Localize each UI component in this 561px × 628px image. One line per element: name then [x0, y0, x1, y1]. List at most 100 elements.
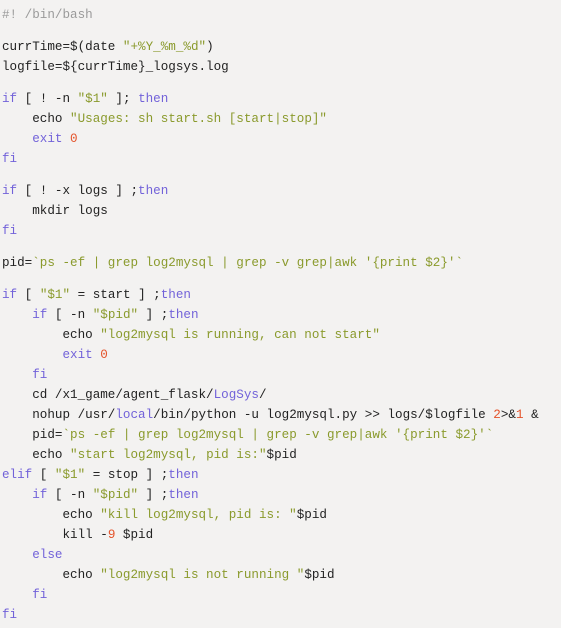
keyword-token: if	[2, 288, 18, 302]
code-text: [	[17, 288, 40, 302]
code-text: nohup /usr/	[2, 408, 116, 422]
code-text: echo	[2, 568, 101, 582]
code-line: mkdir logs	[2, 201, 561, 221]
code-text: [ ! -n	[17, 92, 78, 106]
code-paragraph: pid=`ps -ef | grep log2mysql | grep -v g…	[2, 253, 561, 273]
code-line: if [ -n "$pid" ] ;then	[2, 305, 561, 325]
code-text: currTime=$(date	[2, 40, 123, 54]
keyword-token: LogSys	[213, 388, 259, 402]
keyword-token: then	[138, 184, 169, 198]
code-line: if [ ! -x logs ] ;then	[2, 181, 561, 201]
number-token: 2	[493, 408, 501, 422]
code-text: [ -n	[47, 308, 93, 322]
code-text: /	[258, 388, 267, 402]
keyword-token: fi	[2, 224, 18, 238]
code-text: pid=	[2, 256, 33, 270]
number-token: 1	[515, 408, 524, 422]
code-line: echo "kill log2mysql, pid is: "$pid	[2, 505, 561, 525]
code-text: echo	[2, 328, 101, 342]
code-line: exit 0	[2, 129, 561, 149]
code-line: fi	[2, 605, 561, 625]
code-text: pid=	[2, 428, 63, 442]
keyword-token: fi	[2, 608, 18, 622]
code-line: pid=`ps -ef | grep log2mysql | grep -v g…	[2, 425, 561, 445]
code-line: currTime=$(date "+%Y_%m_%d")	[2, 37, 561, 57]
code-paragraph: if [ ! -x logs ] ;then mkdir logs fi	[2, 181, 561, 241]
keyword-token: then	[168, 488, 199, 502]
string-token: "log2mysql is running, can not start"	[100, 328, 380, 342]
code-line: #! /bin/bash	[2, 5, 561, 25]
code-line: if [ -n "$pid" ] ;then	[2, 485, 561, 505]
code-text: [ ! -x logs ] ;	[17, 184, 139, 198]
code-line: echo "start log2mysql, pid is:"$pid	[2, 445, 561, 465]
code-text: $pid	[296, 508, 327, 522]
code-text: ] ;	[138, 488, 169, 502]
keyword-token: local	[115, 408, 154, 422]
comment-token: #! /bin/bash	[2, 8, 93, 22]
code-line: cd /x1_game/agent_flask/LogSys/	[2, 385, 561, 405]
code-line: pid=`ps -ef | grep log2mysql | grep -v g…	[2, 253, 561, 273]
keyword-token: if	[32, 488, 48, 502]
code-line: nohup /usr/local/bin/python -u log2mysql…	[2, 405, 561, 425]
string-token: "$pid"	[92, 308, 139, 322]
code-text: &	[523, 408, 539, 422]
code-paragraph: if [ ! -n "$1" ]; then echo "Usages: sh …	[2, 89, 561, 169]
code-text: logfile=${currTime}_logsys.log	[2, 60, 229, 74]
code-line: elif [ "$1" = stop ] ;then	[2, 465, 561, 485]
string-token: "$pid"	[92, 488, 139, 502]
string-token: "$1"	[39, 288, 71, 302]
code-block: #! /bin/bash currTime=$(date "+%Y_%m_%d")…	[0, 0, 561, 625]
code-text: cd /x1_game/agent_flask/	[2, 388, 214, 402]
code-line: exit 0	[2, 345, 561, 365]
code-text: ] ;	[138, 308, 169, 322]
keyword-token: fi	[32, 368, 48, 382]
code-line: fi	[2, 585, 561, 605]
code-line: logfile=${currTime}_logsys.log	[2, 57, 561, 77]
code-text: )	[206, 40, 214, 54]
code-line: echo "log2mysql is running, can not star…	[2, 325, 561, 345]
number-token: 0	[70, 132, 78, 146]
string-token: "start log2mysql, pid is:"	[70, 448, 267, 462]
code-line: kill -9 $pid	[2, 525, 561, 545]
code-line: if [ "$1" = start ] ;then	[2, 285, 561, 305]
string-token: "+%Y_%m_%d"	[122, 40, 207, 54]
code-text: $pid	[304, 568, 335, 582]
keyword-token: exit	[62, 348, 93, 362]
code-text: echo	[2, 112, 71, 126]
code-text: $pid	[266, 448, 297, 462]
code-text: [ -n	[47, 488, 93, 502]
code-paragraph: if [ "$1" = start ] ;then if [ -n "$pid"…	[2, 285, 561, 625]
code-text: /bin/python -u log2mysql.py >> logs/$log…	[153, 408, 494, 422]
code-line: if [ ! -n "$1" ]; then	[2, 89, 561, 109]
code-line: else	[2, 545, 561, 565]
code-text: ];	[107, 92, 139, 106]
string-token: "$1"	[77, 92, 108, 106]
code-text: echo	[2, 448, 71, 462]
code-text: $pid	[115, 528, 154, 542]
code-line: fi	[2, 221, 561, 241]
keyword-token: if	[32, 308, 48, 322]
code-paragraph: currTime=$(date "+%Y_%m_%d") logfile=${cu…	[2, 37, 561, 77]
keyword-token: fi	[32, 588, 48, 602]
keyword-token: then	[160, 288, 191, 302]
keyword-token: then	[168, 468, 199, 482]
code-line: fi	[2, 149, 561, 169]
string-token: "kill log2mysql, pid is: "	[100, 508, 297, 522]
string-token: `ps -ef | grep log2mysql | grep -v grep|…	[62, 428, 494, 442]
code-text: [	[32, 468, 55, 482]
code-line: echo "log2mysql is not running "$pid	[2, 565, 561, 585]
keyword-token: if	[2, 184, 18, 198]
code-line: echo "Usages: sh start.sh [start|stop]"	[2, 109, 561, 129]
code-paragraph: #! /bin/bash	[2, 5, 561, 25]
keyword-token: else	[32, 548, 63, 562]
string-token: `ps -ef | grep log2mysql | grep -v grep|…	[32, 256, 464, 270]
code-line: fi	[2, 365, 561, 385]
keyword-token: fi	[2, 152, 18, 166]
keyword-token: then	[138, 92, 169, 106]
